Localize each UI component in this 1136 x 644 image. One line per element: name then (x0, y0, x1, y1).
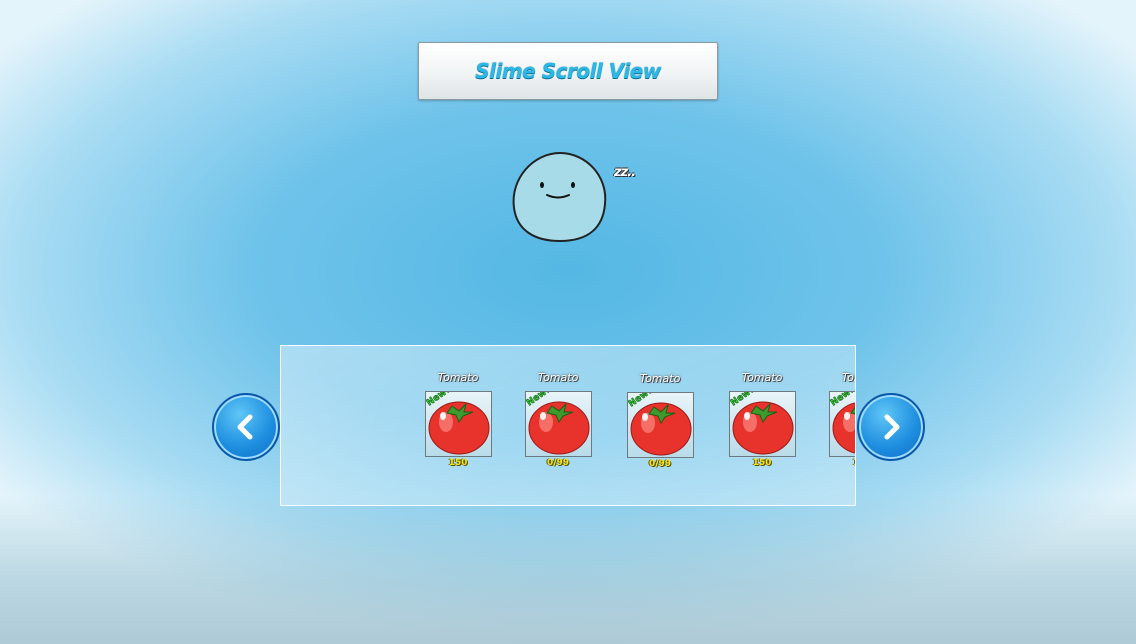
tomato-icon: New! (628, 393, 692, 456)
item-name: Tomato (741, 371, 783, 384)
item-count: 0/99 (648, 459, 672, 469)
background-floor (0, 494, 1136, 644)
title-banner: Slime Scroll View (418, 42, 718, 100)
item-slot: New! (829, 391, 855, 457)
item-count: 150 (827, 458, 855, 468)
prev-button[interactable] (212, 393, 280, 461)
item-count: 0/99 (546, 458, 570, 468)
chevron-left-icon (237, 414, 253, 440)
item-name: Tomato (537, 371, 579, 384)
item-count: 150 (448, 458, 468, 468)
next-button[interactable] (857, 393, 925, 461)
sleep-text: zz.. (614, 165, 636, 180)
item-slot: New! (627, 392, 694, 458)
item-name: Tomato (437, 371, 479, 384)
item-name: Tomato (841, 371, 855, 384)
chevron-right-icon (884, 414, 900, 440)
item-slot: New! (425, 391, 492, 457)
slime-character (512, 151, 607, 243)
item-count: 150 (752, 458, 772, 468)
tomato-icon: New! (426, 392, 490, 455)
page-title: Slime Scroll View (475, 59, 661, 83)
tomato-icon: New! (830, 392, 855, 454)
item-slot: New! (729, 391, 796, 457)
item-slot: New! (525, 391, 592, 457)
tomato-icon: New! (526, 392, 590, 455)
tomato-icon: New! (730, 392, 794, 455)
item-name: Tomato (639, 372, 681, 385)
scroll-view[interactable]: Tomato New! 150 Tomato New! 0/99 Tomato … (280, 345, 856, 506)
